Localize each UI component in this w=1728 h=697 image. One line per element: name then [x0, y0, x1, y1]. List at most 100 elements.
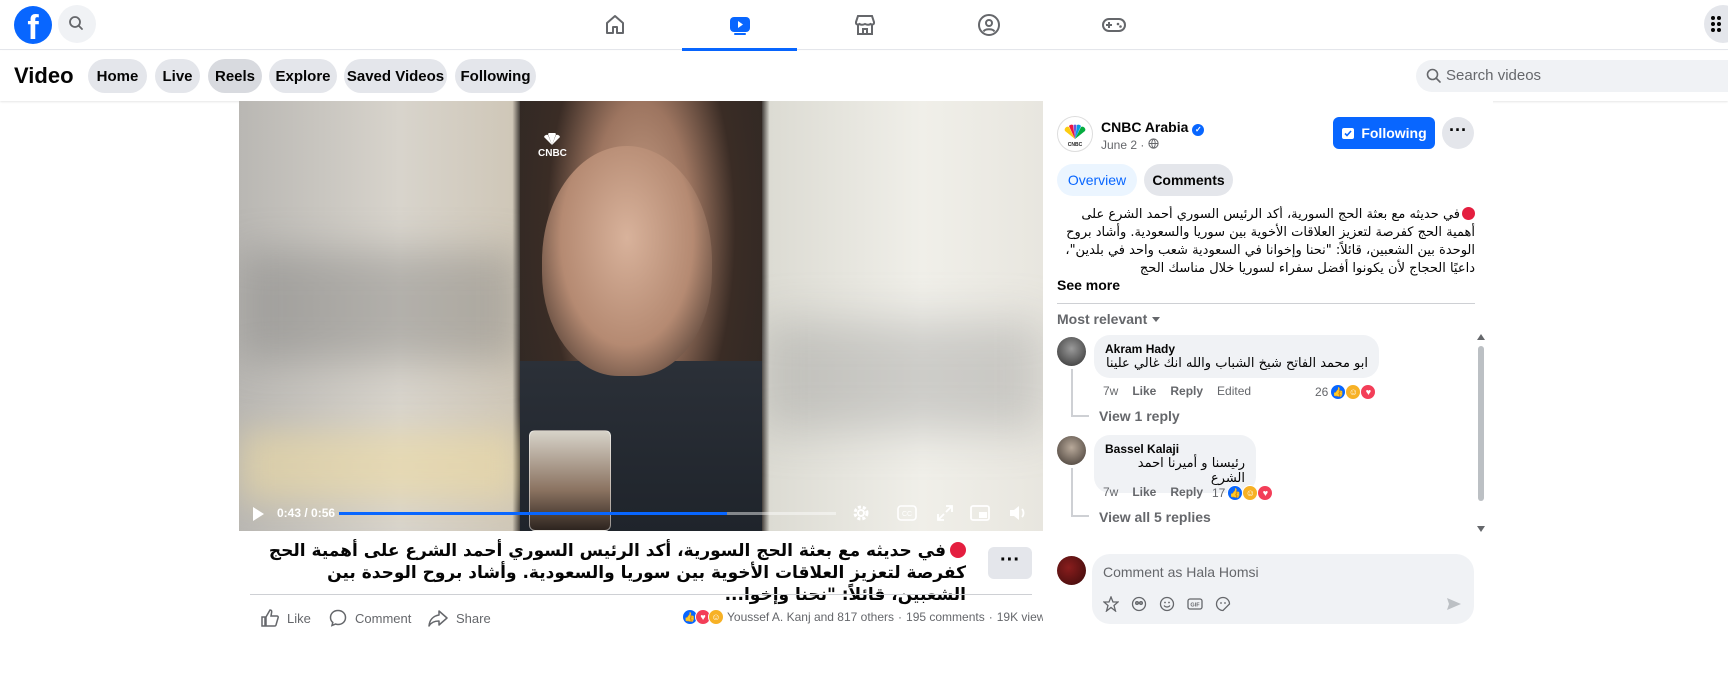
comment-sort-dropdown[interactable]: Most relevant — [1057, 311, 1161, 327]
comment-icon — [329, 609, 347, 627]
nav-tab-gaming[interactable] — [1056, 0, 1171, 50]
video-player[interactable]: CNBC 0:43 / 0:56 CC — [239, 101, 1043, 531]
post-description-text: في حديثه مع بعثة الحج السورية، أكد الرئي… — [1065, 207, 1475, 276]
comment-like-button[interactable]: Like — [1132, 485, 1156, 499]
panel-more-button[interactable]: ··· — [1442, 117, 1474, 149]
play-icon[interactable] — [251, 506, 265, 522]
pill-saved-videos[interactable]: Saved Videos — [344, 59, 447, 93]
comment-like-button[interactable]: Like — [1132, 384, 1156, 398]
nav-tab-marketplace[interactable] — [807, 0, 922, 50]
facebook-logo-icon[interactable]: f — [14, 6, 52, 44]
pill-reels[interactable]: Reels — [208, 59, 262, 93]
page-name[interactable]: CNBC Arabia ✓ — [1101, 119, 1205, 136]
comments-count[interactable]: 195 comments — [906, 610, 985, 624]
post-date-text[interactable]: June 2 · — [1101, 138, 1144, 152]
comment-edited-label: Edited — [1217, 384, 1252, 398]
comment-sort-label[interactable]: Most relevant — [1057, 311, 1147, 327]
settings-gear-icon[interactable] — [851, 503, 871, 523]
view-replies-link[interactable]: View 1 reply — [1099, 408, 1180, 424]
reaction-icons[interactable]: 👍 ♥ ☺ — [682, 609, 724, 625]
like-reaction-icon: 👍 — [1227, 485, 1244, 501]
comment-reply-button[interactable]: Reply — [1170, 485, 1203, 499]
more-options-button[interactable]: ··· — [988, 547, 1032, 579]
video-subject-face — [542, 146, 712, 376]
send-icon[interactable] — [1446, 596, 1462, 612]
emoji-icon[interactable] — [1159, 596, 1175, 612]
comment-reply-button[interactable]: Reply — [1170, 384, 1203, 398]
video-progress-fill — [339, 512, 727, 515]
separator: · — [898, 610, 903, 624]
comment-composer[interactable]: Comment as Hala Homsi GIF — [1092, 554, 1474, 624]
sticker-face-icon[interactable] — [1215, 596, 1231, 612]
commenter-name[interactable]: Akram Hady — [1105, 342, 1368, 356]
comment-age[interactable]: 7w — [1103, 485, 1118, 499]
following-button[interactable]: Following — [1333, 117, 1435, 149]
captions-icon[interactable]: CC — [897, 505, 917, 521]
commenter-avatar[interactable] — [1057, 436, 1086, 465]
composer-toolbar: GIF — [1103, 596, 1231, 612]
share-button[interactable]: Share — [428, 608, 491, 628]
pill-home[interactable]: Home — [88, 59, 147, 93]
comment-text: رئيسنا و أميرنا احمد الشرع — [1137, 456, 1245, 486]
expand-icon[interactable] — [936, 504, 954, 522]
tab-comments[interactable]: Comments — [1144, 164, 1233, 196]
search-icon — [1426, 68, 1441, 83]
menu-button[interactable] — [1704, 5, 1728, 43]
reactions-text[interactable]: Youssef A. Kanj and 817 others — [727, 610, 894, 624]
gif-icon[interactable]: GIF — [1187, 596, 1203, 612]
haha-reaction-icon: ☺ — [1345, 384, 1362, 400]
gaming-icon — [1101, 18, 1126, 32]
post-side-panel: CNBC CNBC Arabia ✓ June 2 · Following ···… — [1043, 101, 1493, 697]
comments-scrollbar[interactable] — [1478, 346, 1484, 501]
tab-overview[interactable]: Overview — [1057, 164, 1137, 196]
current-user-avatar[interactable] — [1057, 556, 1086, 585]
scroll-down-arrow-icon[interactable] — [1477, 525, 1485, 533]
red-circle-icon — [1462, 207, 1475, 220]
sticker-icon[interactable] — [1131, 596, 1147, 612]
view-replies-link[interactable]: View all 5 replies — [1099, 509, 1211, 525]
page-name-text[interactable]: CNBC Arabia — [1101, 119, 1188, 135]
avatar-sticker-icon[interactable] — [1103, 596, 1119, 612]
nav-tab-home[interactable] — [557, 0, 672, 50]
commenter-avatar[interactable] — [1057, 337, 1086, 366]
search-videos-input[interactable]: Search videos — [1416, 60, 1728, 92]
divider — [250, 594, 1032, 595]
video-subnav: Video Home Live Reels Explore Saved Vide… — [0, 51, 1728, 101]
nav-tab-groups[interactable] — [931, 0, 1046, 50]
video-blur-background — [762, 321, 1043, 431]
scroll-up-arrow-icon[interactable] — [1477, 333, 1485, 341]
comment-reactions[interactable]: 17 👍 ☺ ♥ — [1212, 485, 1274, 501]
like-button[interactable]: Like — [261, 608, 311, 628]
post-caption: في حديثه مع بعثة الحج السورية، أكد الرئي… — [250, 540, 966, 606]
cnbc-watermark: CNBC — [538, 132, 567, 159]
commenter-name[interactable]: Bassel Kalaji — [1105, 442, 1245, 456]
comment-label: Comment — [355, 610, 412, 626]
home-icon — [605, 15, 624, 34]
thread-line — [1071, 468, 1073, 516]
thread-line — [1071, 515, 1089, 517]
comment-reaction-count: 26 — [1315, 385, 1329, 399]
pill-explore[interactable]: Explore — [269, 59, 337, 93]
comment-meta: 7w Like Reply Edited — [1103, 384, 1251, 398]
page-avatar[interactable]: CNBC — [1057, 116, 1093, 152]
mini-player-icon[interactable] — [970, 503, 990, 523]
post-date[interactable]: June 2 · — [1101, 138, 1159, 152]
groups-icon — [977, 14, 1000, 36]
comment-reactions[interactable]: 26 👍 ☺ ♥ — [1315, 384, 1377, 400]
video-progress-bar[interactable] — [339, 512, 836, 515]
thread-line — [1071, 369, 1073, 417]
comment-age[interactable]: 7w — [1103, 384, 1118, 398]
pill-live[interactable]: Live — [155, 59, 200, 93]
volume-icon[interactable] — [1008, 503, 1028, 523]
see-more-link[interactable]: See more — [1057, 277, 1120, 293]
globe-icon — [1148, 138, 1159, 149]
share-label: Share — [456, 610, 491, 626]
page-title: Video — [14, 63, 74, 88]
comment-button[interactable]: Comment — [329, 608, 411, 628]
pill-following[interactable]: Following — [455, 59, 536, 93]
comment-bubble: Akram Hady ابو محمد الفاتح شيخ الشباب وا… — [1094, 335, 1379, 378]
nav-tab-video[interactable] — [682, 0, 797, 51]
video-time: 0:43 / 0:56 — [277, 506, 336, 520]
comment-input[interactable]: Comment as Hala Homsi — [1103, 564, 1259, 580]
search-button[interactable] — [58, 5, 96, 43]
